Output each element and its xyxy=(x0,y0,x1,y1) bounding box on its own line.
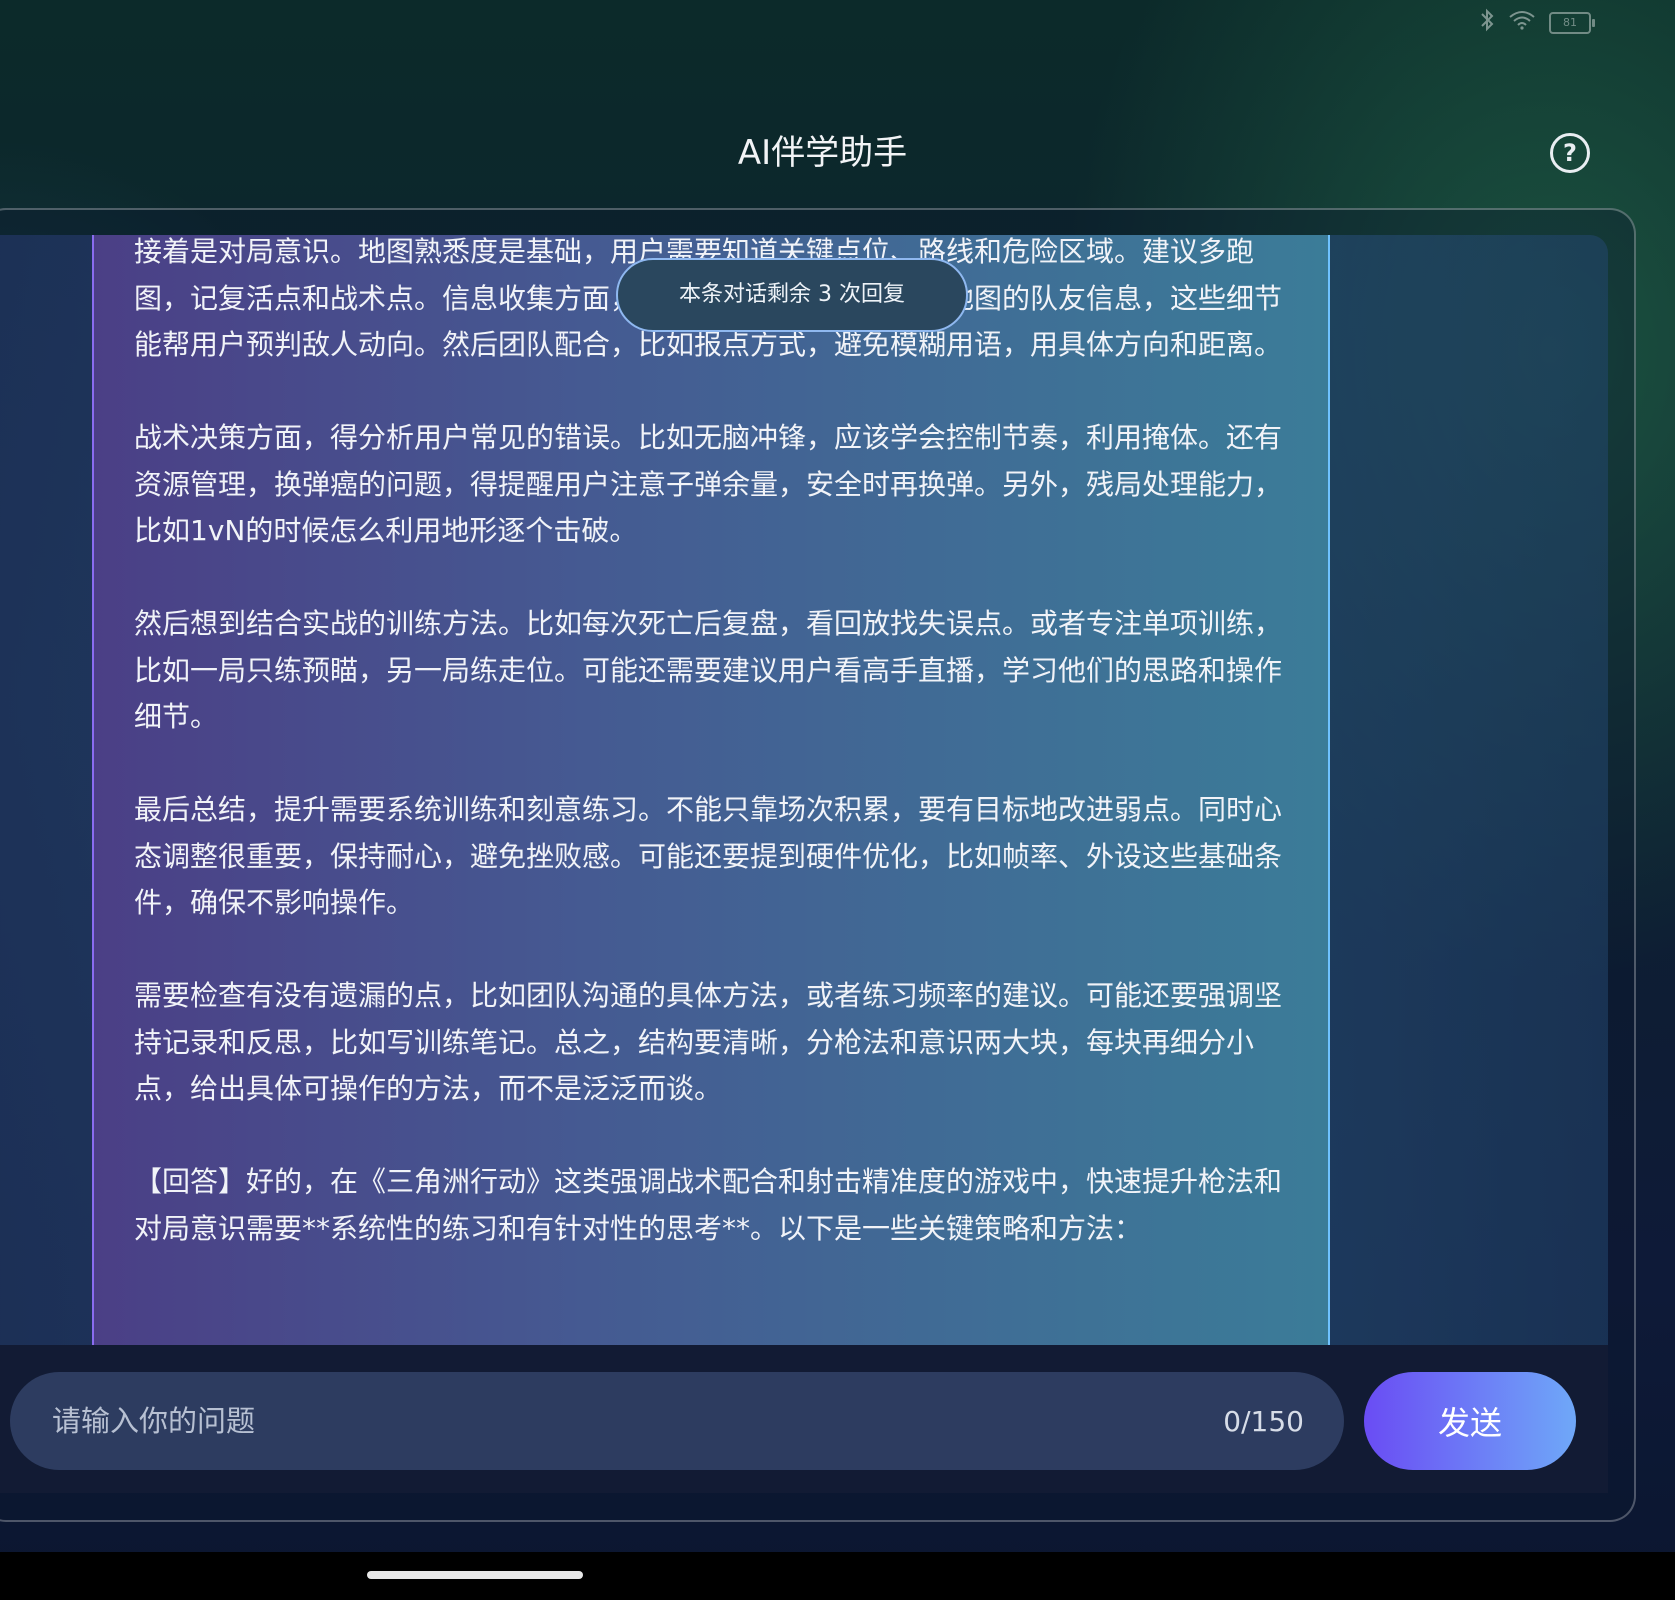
question-circle-icon: ? xyxy=(1563,139,1577,167)
message-text: 接着是对局意识。地图熟悉度是基础，用户需要知道关键点位、路线和危险区域。建议多跑… xyxy=(134,235,1284,1299)
question-input-wrapper[interactable]: 0/150 xyxy=(10,1372,1344,1470)
message-paragraph: 需要检查有没有遗漏的点，比如团队沟通的具体方法，或者练习频率的建议。可能还要强调… xyxy=(134,979,1283,1105)
battery-icon: 81 xyxy=(1549,12,1595,34)
input-bar: 0/150 发送 xyxy=(0,1345,1608,1493)
message-paragraph: 【回答】好的，在《三角洲行动》这类强调战术配合和射击精准度的游戏中，快速提升枪法… xyxy=(134,1165,1283,1245)
remaining-replies-badge: 本条对话剩余 3 次回复 xyxy=(616,258,968,332)
bluetooth-icon xyxy=(1479,8,1495,38)
assistant-message: 接着是对局意识。地图熟悉度是基础，用户需要知道关键点位、路线和危险区域。建议多跑… xyxy=(92,235,1330,1345)
status-bar: 81 xyxy=(1479,8,1595,38)
help-button[interactable]: ? xyxy=(1550,133,1590,173)
bottom-nav-area xyxy=(0,1552,1675,1600)
send-button[interactable]: 发送 xyxy=(1364,1372,1576,1470)
conversation-area[interactable]: 接着是对局意识。地图熟悉度是基础，用户需要知道关键点位、路线和危险区域。建议多跑… xyxy=(0,235,1608,1345)
message-paragraph: 战术决策方面，得分析用户常见的错误。比如无脑冲锋，应该学会控制节奏，利用掩体。还… xyxy=(134,421,1283,547)
wifi-icon xyxy=(1509,10,1535,36)
question-input[interactable] xyxy=(50,1403,1054,1439)
home-indicator[interactable] xyxy=(367,1571,583,1579)
char-counter: 0/150 xyxy=(1223,1404,1304,1438)
message-paragraph: 最后总结，提升需要系统训练和刻意练习。不能只靠场次积累，要有目标地改进弱点。同时… xyxy=(134,793,1283,919)
message-paragraph: 然后想到结合实战的训练方法。比如每次死亡后复盘，看回放找失误点。或者专注单项训练… xyxy=(134,607,1283,733)
page-title: AI伴学助手 xyxy=(737,133,908,173)
